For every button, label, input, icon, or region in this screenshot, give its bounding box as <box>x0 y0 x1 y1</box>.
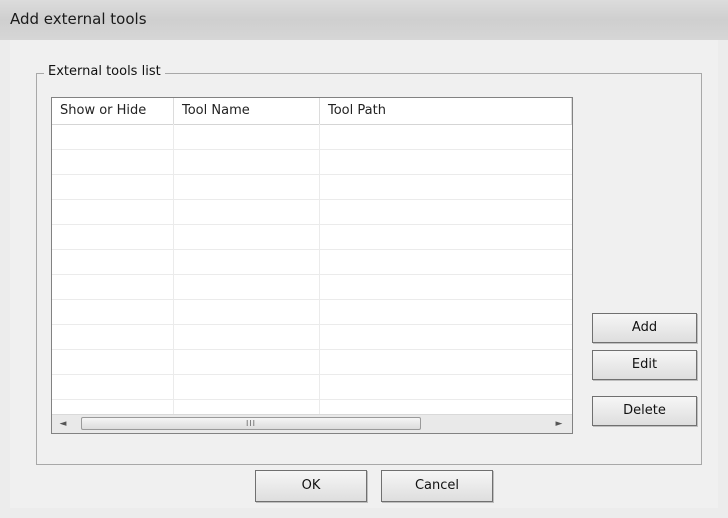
add-external-tools-dialog: Add external tools External tools list S… <box>0 0 728 518</box>
grid-line <box>52 249 572 250</box>
grid-line <box>319 124 320 414</box>
ok-button[interactable]: OK <box>255 470 367 502</box>
cancel-button[interactable]: Cancel <box>381 470 493 502</box>
column-header-tool-path[interactable]: Tool Path <box>320 98 572 124</box>
title-bar[interactable]: Add external tools <box>0 0 728 40</box>
grid-line <box>52 274 572 275</box>
grid-line <box>52 349 572 350</box>
grid-line <box>52 199 572 200</box>
grid-line <box>52 324 572 325</box>
window-title: Add external tools <box>10 10 147 28</box>
grid-line <box>52 174 572 175</box>
horizontal-scrollbar[interactable]: ◄ III ► <box>52 414 572 433</box>
column-header-show-or-hide[interactable]: Show or Hide <box>52 98 174 124</box>
grid-line <box>52 224 572 225</box>
column-header-tool-name[interactable]: Tool Name <box>174 98 320 124</box>
grid-line <box>173 124 174 414</box>
groupbox-label: External tools list <box>44 64 165 79</box>
grid-line <box>52 299 572 300</box>
scrollbar-thumb[interactable]: III <box>81 417 421 430</box>
delete-button[interactable]: Delete <box>592 396 697 426</box>
add-button[interactable]: Add <box>592 313 697 343</box>
grid-line <box>52 149 572 150</box>
list-header: Show or Hide Tool Name Tool Path <box>52 98 572 125</box>
grid-line <box>52 374 572 375</box>
grid-line <box>52 399 572 400</box>
external-tools-list[interactable]: Show or Hide Tool Name Tool Path ◄ III ► <box>51 97 573 434</box>
edit-button[interactable]: Edit <box>592 350 697 380</box>
scroll-left-arrow-icon[interactable]: ◄ <box>56 418 70 430</box>
scroll-right-arrow-icon[interactable]: ► <box>552 418 566 430</box>
scrollbar-grip-icon: III <box>245 419 257 428</box>
